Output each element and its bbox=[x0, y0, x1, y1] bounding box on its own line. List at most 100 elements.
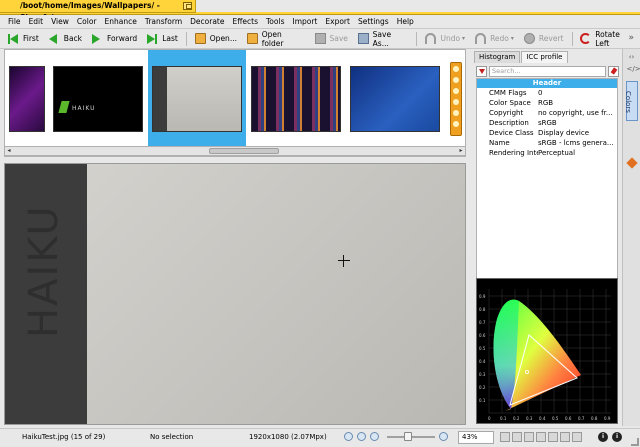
open-button[interactable]: Open... bbox=[190, 31, 242, 47]
sidebar-tab-strip: ‹› </> Colors bbox=[622, 49, 640, 426]
menu-transform[interactable]: Transform bbox=[141, 17, 186, 26]
thumbnail-item-selected[interactable] bbox=[148, 50, 246, 147]
menu-effects[interactable]: Effects bbox=[229, 17, 263, 26]
row-key: CMM Flags bbox=[489, 89, 527, 97]
status-bar: HaikuTest.jpg (15 of 29) No selection 19… bbox=[0, 428, 640, 447]
pin-icon[interactable] bbox=[608, 65, 619, 77]
resize-grip-icon[interactable] bbox=[631, 438, 639, 446]
thumbnail-image: HAIKU bbox=[53, 66, 143, 132]
tab-colors[interactable]: Colors bbox=[624, 81, 638, 121]
svg-text:0.7: 0.7 bbox=[578, 416, 585, 421]
redo-button[interactable]: Redo ▾ bbox=[470, 31, 519, 47]
thumbnail-item[interactable] bbox=[5, 50, 47, 147]
image-canvas[interactable]: HAIKU bbox=[4, 163, 466, 425]
table-row[interactable]: CMM Flags 0 bbox=[477, 88, 617, 98]
row-value: 0 bbox=[538, 89, 543, 97]
menu-settings[interactable]: Settings bbox=[354, 17, 393, 26]
view-mode-icon[interactable] bbox=[500, 432, 510, 442]
last-button[interactable]: Last bbox=[142, 31, 183, 47]
back-button[interactable]: Back bbox=[44, 31, 87, 47]
redo-dropdown-icon[interactable]: ▾ bbox=[511, 35, 514, 42]
zoom-in-icon[interactable] bbox=[357, 432, 366, 441]
view-mode-icon[interactable] bbox=[524, 432, 534, 442]
forward-button[interactable]: Forward bbox=[87, 31, 142, 47]
menu-file[interactable]: File bbox=[4, 17, 25, 26]
row-value: RGB bbox=[538, 99, 554, 107]
zoom-slider[interactable] bbox=[387, 431, 435, 441]
search-input[interactable]: Search... bbox=[489, 65, 606, 77]
sidebar-collapse-icon[interactable]: ‹› bbox=[627, 53, 637, 61]
zoom-slider-thumb[interactable] bbox=[404, 431, 412, 441]
menu-decorate[interactable]: Decorate bbox=[186, 17, 228, 26]
view-mode-icons bbox=[500, 432, 584, 442]
window-title-tab[interactable]: /boot/home/Images/Wallpapers/ - Showfoto bbox=[0, 0, 196, 22]
svg-text:0.9: 0.9 bbox=[604, 416, 611, 421]
first-button[interactable]: First bbox=[3, 31, 44, 47]
view-mode-icon[interactable] bbox=[572, 432, 582, 442]
view-mode-icon[interactable] bbox=[560, 432, 570, 442]
thumbnail-item[interactable] bbox=[346, 50, 444, 147]
menu-tools[interactable]: Tools bbox=[262, 17, 288, 26]
save-as-button[interactable]: Save As... bbox=[353, 30, 414, 48]
back-label: Back bbox=[63, 34, 83, 43]
tab-icc-profile[interactable]: ICC profile bbox=[521, 51, 568, 63]
tool-icon[interactable] bbox=[453, 99, 459, 105]
thumbnail-item[interactable] bbox=[247, 50, 345, 147]
tab-histogram[interactable]: Histogram bbox=[474, 51, 521, 63]
toolbar-overflow-icon[interactable]: » bbox=[628, 33, 634, 43]
view-mode-icon[interactable] bbox=[536, 432, 546, 442]
zoom-fit-icon[interactable] bbox=[344, 432, 353, 441]
menu-color[interactable]: Color bbox=[73, 17, 101, 26]
view-mode-icon[interactable] bbox=[512, 432, 522, 442]
view-mode-icon[interactable] bbox=[548, 432, 558, 442]
thumbnail-item[interactable]: HAIKU bbox=[49, 50, 147, 147]
undo-label: Undo bbox=[440, 34, 461, 43]
info-alt-icon[interactable]: i bbox=[612, 432, 622, 442]
info-icon[interactable]: i bbox=[598, 432, 608, 442]
menu-help[interactable]: Help bbox=[393, 17, 418, 26]
revert-button[interactable]: Revert bbox=[519, 31, 569, 47]
tool-icon[interactable] bbox=[453, 110, 459, 116]
open-folder-button[interactable]: Open folder bbox=[242, 30, 310, 48]
thumbnail-image bbox=[251, 66, 341, 132]
menu-import[interactable]: Import bbox=[288, 17, 321, 26]
tool-icon[interactable] bbox=[453, 88, 459, 94]
undo-button[interactable]: Undo ▾ bbox=[420, 31, 470, 47]
table-row[interactable]: Color Space RGB bbox=[477, 98, 617, 108]
save-button[interactable]: Save bbox=[310, 31, 353, 47]
tool-icon[interactable] bbox=[453, 77, 459, 83]
zoom-in-end-icon[interactable] bbox=[439, 432, 448, 441]
menu-view[interactable]: View bbox=[47, 17, 73, 26]
menu-export[interactable]: Export bbox=[321, 17, 354, 26]
scrollbar-handle[interactable] bbox=[209, 148, 279, 154]
table-row[interactable]: Name sRGB - lcms genera... bbox=[477, 138, 617, 148]
undo-dropdown-icon[interactable]: ▾ bbox=[462, 35, 465, 42]
zoom-out-icon[interactable] bbox=[370, 432, 379, 441]
table-row[interactable]: Device Class Display device bbox=[477, 128, 617, 138]
scroll-right-icon[interactable]: ▸ bbox=[457, 147, 465, 155]
thumbnail-scrollbar[interactable]: ◂ ▸ bbox=[4, 146, 466, 156]
window-zoom-button[interactable] bbox=[183, 2, 192, 10]
menu-edit[interactable]: Edit bbox=[25, 17, 48, 26]
sidebar-info-icon[interactable]: </> bbox=[627, 65, 640, 73]
row-key: Color Space bbox=[489, 99, 531, 107]
filter-icon[interactable] bbox=[476, 65, 487, 77]
thumbnail-toolbar[interactable] bbox=[450, 62, 462, 136]
svg-text:0.9: 0.9 bbox=[479, 294, 486, 299]
tool-icon[interactable] bbox=[453, 66, 459, 72]
thumbnail-image bbox=[152, 66, 242, 132]
row-key: Copyright bbox=[489, 109, 524, 117]
svg-text:0.5: 0.5 bbox=[552, 416, 559, 421]
tool-icon[interactable] bbox=[453, 121, 459, 127]
scroll-left-icon[interactable]: ◂ bbox=[5, 147, 13, 155]
table-row[interactable]: Rendering IntentPerceptual bbox=[477, 148, 617, 158]
table-row[interactable]: Description sRGB bbox=[477, 118, 617, 128]
table-row[interactable]: Copyright no copyright, use fr... bbox=[477, 108, 617, 118]
edit-tools-icon[interactable] bbox=[626, 157, 638, 169]
haiku-leaf-icon bbox=[58, 101, 70, 113]
zoom-combo[interactable]: 43% bbox=[458, 431, 494, 444]
menu-enhance[interactable]: Enhance bbox=[101, 17, 141, 26]
right-sidebar: Histogram ICC profile Search... Header C… bbox=[472, 49, 620, 426]
toolbar-separator bbox=[185, 31, 187, 46]
save-as-icon bbox=[357, 33, 369, 44]
